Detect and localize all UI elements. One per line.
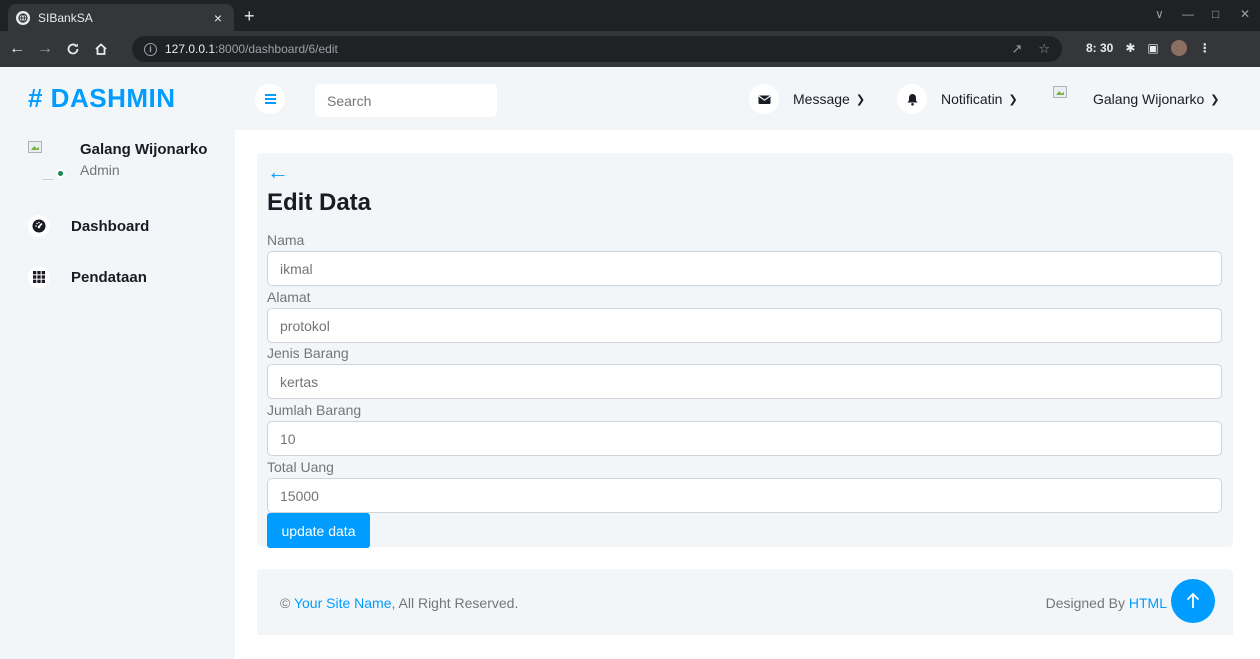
address-bar[interactable]: i 127.0.0.1:8000/dashboard/6/edit ↗ ☆ bbox=[132, 36, 1062, 62]
avatar bbox=[1053, 84, 1075, 114]
broken-image-icon bbox=[28, 141, 42, 153]
update-data-button[interactable]: update data bbox=[267, 513, 370, 548]
sidebar-item-label: Pendataan bbox=[71, 268, 147, 286]
home-icon[interactable] bbox=[90, 42, 112, 56]
envelope-icon bbox=[749, 84, 779, 114]
jumlah-barang-input[interactable] bbox=[267, 421, 1222, 456]
url-host: 127.0.0.1 bbox=[165, 42, 216, 56]
sidebar-user: Galang Wijonarko Admin bbox=[28, 141, 207, 181]
grid-icon bbox=[28, 266, 50, 288]
hamburger-icon bbox=[264, 98, 276, 100]
site-name-link[interactable]: Your Site Name bbox=[294, 595, 392, 611]
notification-dropdown[interactable]: Notificatin ❯ bbox=[897, 84, 1018, 114]
url-path: :8000/dashboard/6/edit bbox=[215, 42, 338, 56]
message-label: Message bbox=[793, 91, 850, 107]
tachometer-icon bbox=[28, 215, 50, 237]
minimize-icon[interactable]: — bbox=[1182, 8, 1194, 20]
jenis-barang-label: Jenis Barang bbox=[267, 345, 349, 361]
sidebar-item-label: Dashboard bbox=[71, 217, 150, 235]
user-dropdown[interactable]: Galang Wijonarko ❯ bbox=[1053, 84, 1220, 114]
profile-avatar[interactable] bbox=[1170, 40, 1187, 56]
nama-input[interactable] bbox=[267, 251, 1222, 286]
edit-form-card: ← Edit Data Nama Alamat Jenis Barang Jum… bbox=[257, 153, 1233, 548]
back-arrow-link[interactable]: ← bbox=[267, 161, 289, 183]
browser-tab-strip: SIBankSA × + ∨ — □ ✕ bbox=[0, 0, 1260, 31]
sidebar-user-role: Admin bbox=[80, 162, 120, 178]
window-close-icon[interactable]: ✕ bbox=[1240, 8, 1250, 20]
chevron-down-icon: ❯ bbox=[1008, 93, 1018, 106]
sidebar-item-dashboard[interactable]: Dashboard bbox=[28, 215, 149, 237]
search-input[interactable] bbox=[315, 84, 497, 117]
chevron-down-icon: ❯ bbox=[1210, 93, 1220, 106]
notification-label: Notificatin bbox=[941, 91, 1003, 107]
designer-link[interactable]: HTML bbox=[1129, 595, 1167, 611]
forward-icon[interactable]: → bbox=[34, 40, 56, 58]
puzzle-icon[interactable]: ✱ bbox=[1125, 41, 1135, 55]
nama-label: Nama bbox=[267, 232, 305, 248]
brand-logo[interactable]: # DASHMIN bbox=[28, 83, 176, 114]
browser-toolbar: ← → i 127.0.0.1:8000/dashboard/6/edit ↗ … bbox=[0, 31, 1260, 67]
footer-credit: Designed By HTML bbox=[1045, 595, 1167, 611]
avatar bbox=[28, 141, 68, 181]
info-icon[interactable]: i bbox=[144, 42, 157, 56]
footer-copyright: © Your Site Name, All Right Reserved. bbox=[280, 595, 519, 611]
browser-tab[interactable]: SIBankSA × bbox=[8, 4, 234, 31]
footer: © Your Site Name, All Right Reserved. De… bbox=[257, 569, 1233, 635]
alamat-label: Alamat bbox=[267, 289, 311, 305]
page: # DASHMIN Galang Wijonarko Admin Dashboa… bbox=[0, 67, 1260, 659]
alamat-input[interactable] bbox=[267, 308, 1222, 343]
new-tab-button[interactable]: + bbox=[244, 7, 255, 25]
tab-search-icon[interactable]: ∨ bbox=[1155, 8, 1164, 20]
total-uang-input[interactable] bbox=[267, 478, 1222, 513]
more-menu-icon[interactable]: ⋮ bbox=[1199, 41, 1211, 55]
sidebar-toggle-button[interactable] bbox=[255, 84, 285, 114]
share-icon[interactable]: ↗ bbox=[1011, 41, 1022, 57]
sidebar-user-name: Galang Wijonarko bbox=[80, 141, 208, 158]
total-uang-label: Total Uang bbox=[267, 459, 334, 475]
maximize-icon[interactable]: □ bbox=[1212, 8, 1219, 20]
globe-icon bbox=[16, 10, 30, 25]
back-to-top-button[interactable] bbox=[1171, 579, 1215, 623]
bell-icon bbox=[897, 84, 927, 114]
tab-close-icon[interactable]: × bbox=[210, 11, 226, 25]
back-icon[interactable]: ← bbox=[6, 40, 28, 58]
tab-title: SIBankSA bbox=[38, 10, 93, 25]
page-title: Edit Data bbox=[267, 189, 372, 216]
sidebar-item-pendataan[interactable]: Pendataan bbox=[28, 266, 147, 288]
top-navbar: Message ❯ Notificatin ❯ Galang Wijonarko… bbox=[235, 67, 1260, 130]
clock-extension[interactable]: 8: 30 bbox=[1086, 41, 1113, 55]
online-status-dot bbox=[56, 169, 65, 178]
jenis-barang-input[interactable] bbox=[267, 364, 1222, 399]
jumlah-barang-label: Jumlah Barang bbox=[267, 402, 362, 418]
chevron-down-icon: ❯ bbox=[855, 93, 866, 106]
bookmark-star-icon[interactable]: ☆ bbox=[1038, 41, 1050, 57]
side-panel-icon[interactable]: ▣ bbox=[1147, 41, 1158, 55]
topbar-user-name: Galang Wijonarko bbox=[1093, 91, 1205, 107]
arrow-up-icon bbox=[1186, 592, 1200, 608]
sidebar: # DASHMIN Galang Wijonarko Admin Dashboa… bbox=[0, 67, 235, 659]
message-dropdown[interactable]: Message ❯ bbox=[749, 84, 865, 114]
reload-icon[interactable] bbox=[62, 42, 84, 56]
broken-image-icon bbox=[1053, 86, 1067, 98]
